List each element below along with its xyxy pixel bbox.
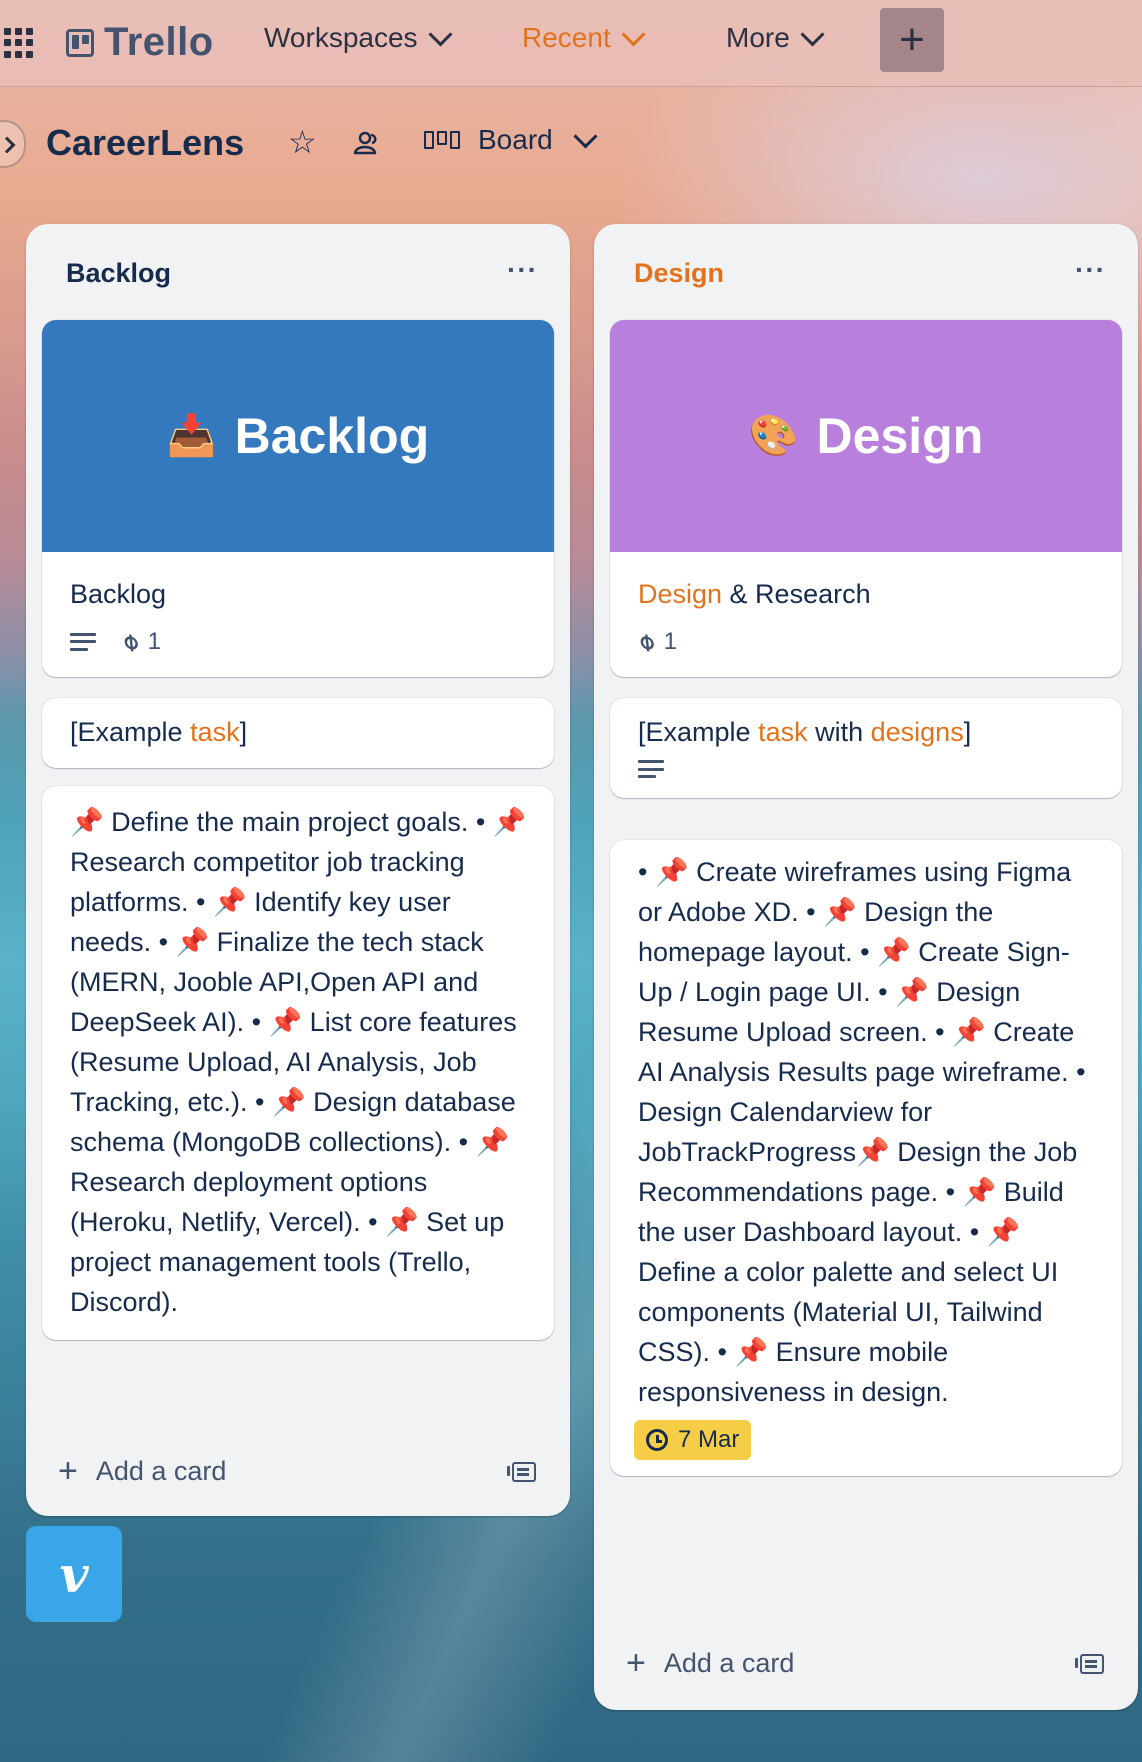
card-cover: 📥 Backlog xyxy=(42,320,554,552)
description-icon xyxy=(70,632,96,651)
card-cover-text: Backlog xyxy=(234,408,430,464)
card-title-part: & Research xyxy=(722,579,871,609)
attachment-count: 1 xyxy=(147,627,162,655)
list-menu-icon[interactable]: ··· xyxy=(1075,254,1106,286)
list-title[interactable]: Design xyxy=(634,258,724,289)
card-cover: 🎨 Design xyxy=(610,320,1122,552)
add-card-button[interactable]: + Add a card xyxy=(626,1646,794,1680)
card-title: Backlog xyxy=(70,579,167,609)
add-card-label: Add a card xyxy=(95,1455,227,1486)
chevron-down-icon xyxy=(573,123,598,149)
card-title: • 📌 Create wireframes using Figma or Ado… xyxy=(638,857,1094,1407)
add-card-button[interactable]: + Add a card xyxy=(58,1454,226,1488)
card-cover-text: Design xyxy=(816,408,984,464)
card-title-part: ] xyxy=(239,717,248,747)
due-date-text: 7 Mar xyxy=(678,1426,740,1453)
chevron-down-icon xyxy=(428,21,453,47)
card-title: [Example task with designs] xyxy=(610,698,1122,752)
plus-icon: + xyxy=(58,1452,78,1490)
card-design-tasks[interactable]: • 📌 Create wireframes using Figma or Ado… xyxy=(610,840,1122,1476)
card-example-task-designs[interactable]: [Example task with designs] xyxy=(610,698,1122,798)
card-title-part: ] xyxy=(963,717,972,747)
card-template-icon[interactable] xyxy=(1075,1654,1104,1674)
description-icon xyxy=(638,760,664,778)
card-backlog-tasks[interactable]: 📌 Define the main project goals. • 📌 Res… xyxy=(42,786,554,1340)
list-design: Design ··· 🎨 Design Design & Research ⌀ … xyxy=(594,224,1138,1710)
chevron-down-icon xyxy=(800,21,825,47)
list-menu-icon[interactable]: ··· xyxy=(507,254,538,286)
nav-more-label: More xyxy=(726,22,790,53)
vimeo-icon[interactable]: v xyxy=(26,1526,122,1622)
plus-icon: + xyxy=(626,1644,646,1682)
app-switcher-icon[interactable] xyxy=(4,28,34,58)
add-card-label: Add a card xyxy=(663,1647,795,1678)
card-example-task[interactable]: [Example task] xyxy=(42,698,554,768)
nav-recent-label: Recent xyxy=(522,22,611,53)
chevron-down-icon xyxy=(621,21,646,47)
attachment-icon: ⌀ xyxy=(630,626,661,657)
card-title-highlight: task xyxy=(758,717,808,747)
board-view-label: Board xyxy=(478,124,553,155)
card-title-highlight: designs xyxy=(870,717,964,747)
card-title-highlight: task xyxy=(190,717,240,747)
card-title-part: [Example xyxy=(70,717,191,747)
inbox-tray-icon: 📥 xyxy=(166,414,217,458)
board-header: CareerLens ☆ Board xyxy=(0,100,1142,188)
list-title[interactable]: Backlog xyxy=(66,258,171,289)
card-template-icon[interactable] xyxy=(507,1462,536,1482)
card-badges xyxy=(610,752,1122,798)
card-backlog-cover[interactable]: 📥 Backlog Backlog ⌀ 1 xyxy=(42,320,554,677)
board-view-switcher[interactable]: Board xyxy=(424,123,598,156)
clock-icon xyxy=(646,1429,668,1451)
board-view-icon xyxy=(424,131,460,149)
nav-recent-menu[interactable]: Recent xyxy=(522,21,646,54)
card-title: 📌 Define the main project goals. • 📌 Res… xyxy=(70,807,534,1317)
attachment-icon: ⌀ xyxy=(114,626,145,657)
list-backlog: Backlog ··· 📥 Backlog Backlog ⌀ 1 [Examp… xyxy=(26,224,570,1516)
card-title: Design & Research xyxy=(610,552,1122,614)
board-title[interactable]: CareerLens xyxy=(46,122,244,164)
expand-sidebar-button[interactable] xyxy=(0,120,26,168)
workspace-visibility-icon[interactable] xyxy=(352,128,382,158)
vimeo-glyph: v xyxy=(59,1544,89,1604)
trello-logo-text: Trello xyxy=(104,20,214,64)
card-badges: ⌀ 1 xyxy=(610,614,1122,677)
trello-logo[interactable]: Trello xyxy=(66,20,214,65)
create-button[interactable]: + xyxy=(880,8,944,72)
card-title-part: [Example xyxy=(638,717,759,747)
nav-workspaces-label: Workspaces xyxy=(264,22,418,53)
card-design-cover[interactable]: 🎨 Design Design & Research ⌀ 1 xyxy=(610,320,1122,677)
palette-icon: 🎨 xyxy=(748,414,799,458)
star-icon[interactable]: ☆ xyxy=(288,126,317,158)
card-title-part: with xyxy=(807,717,871,747)
due-date-badge[interactable]: 7 Mar xyxy=(634,1420,752,1460)
card-title: [Example task] xyxy=(42,698,554,752)
card-title-highlight: Design xyxy=(638,579,723,609)
nav-workspaces-menu[interactable]: Workspaces xyxy=(264,21,453,54)
plus-icon: + xyxy=(899,15,925,64)
card-badges: ⌀ 1 xyxy=(42,614,554,677)
trello-logo-icon xyxy=(66,28,94,57)
top-navigation-bar: Trello Workspaces Recent More + xyxy=(0,0,1142,87)
attachment-count: 1 xyxy=(663,627,678,655)
nav-more-menu[interactable]: More xyxy=(726,21,825,54)
